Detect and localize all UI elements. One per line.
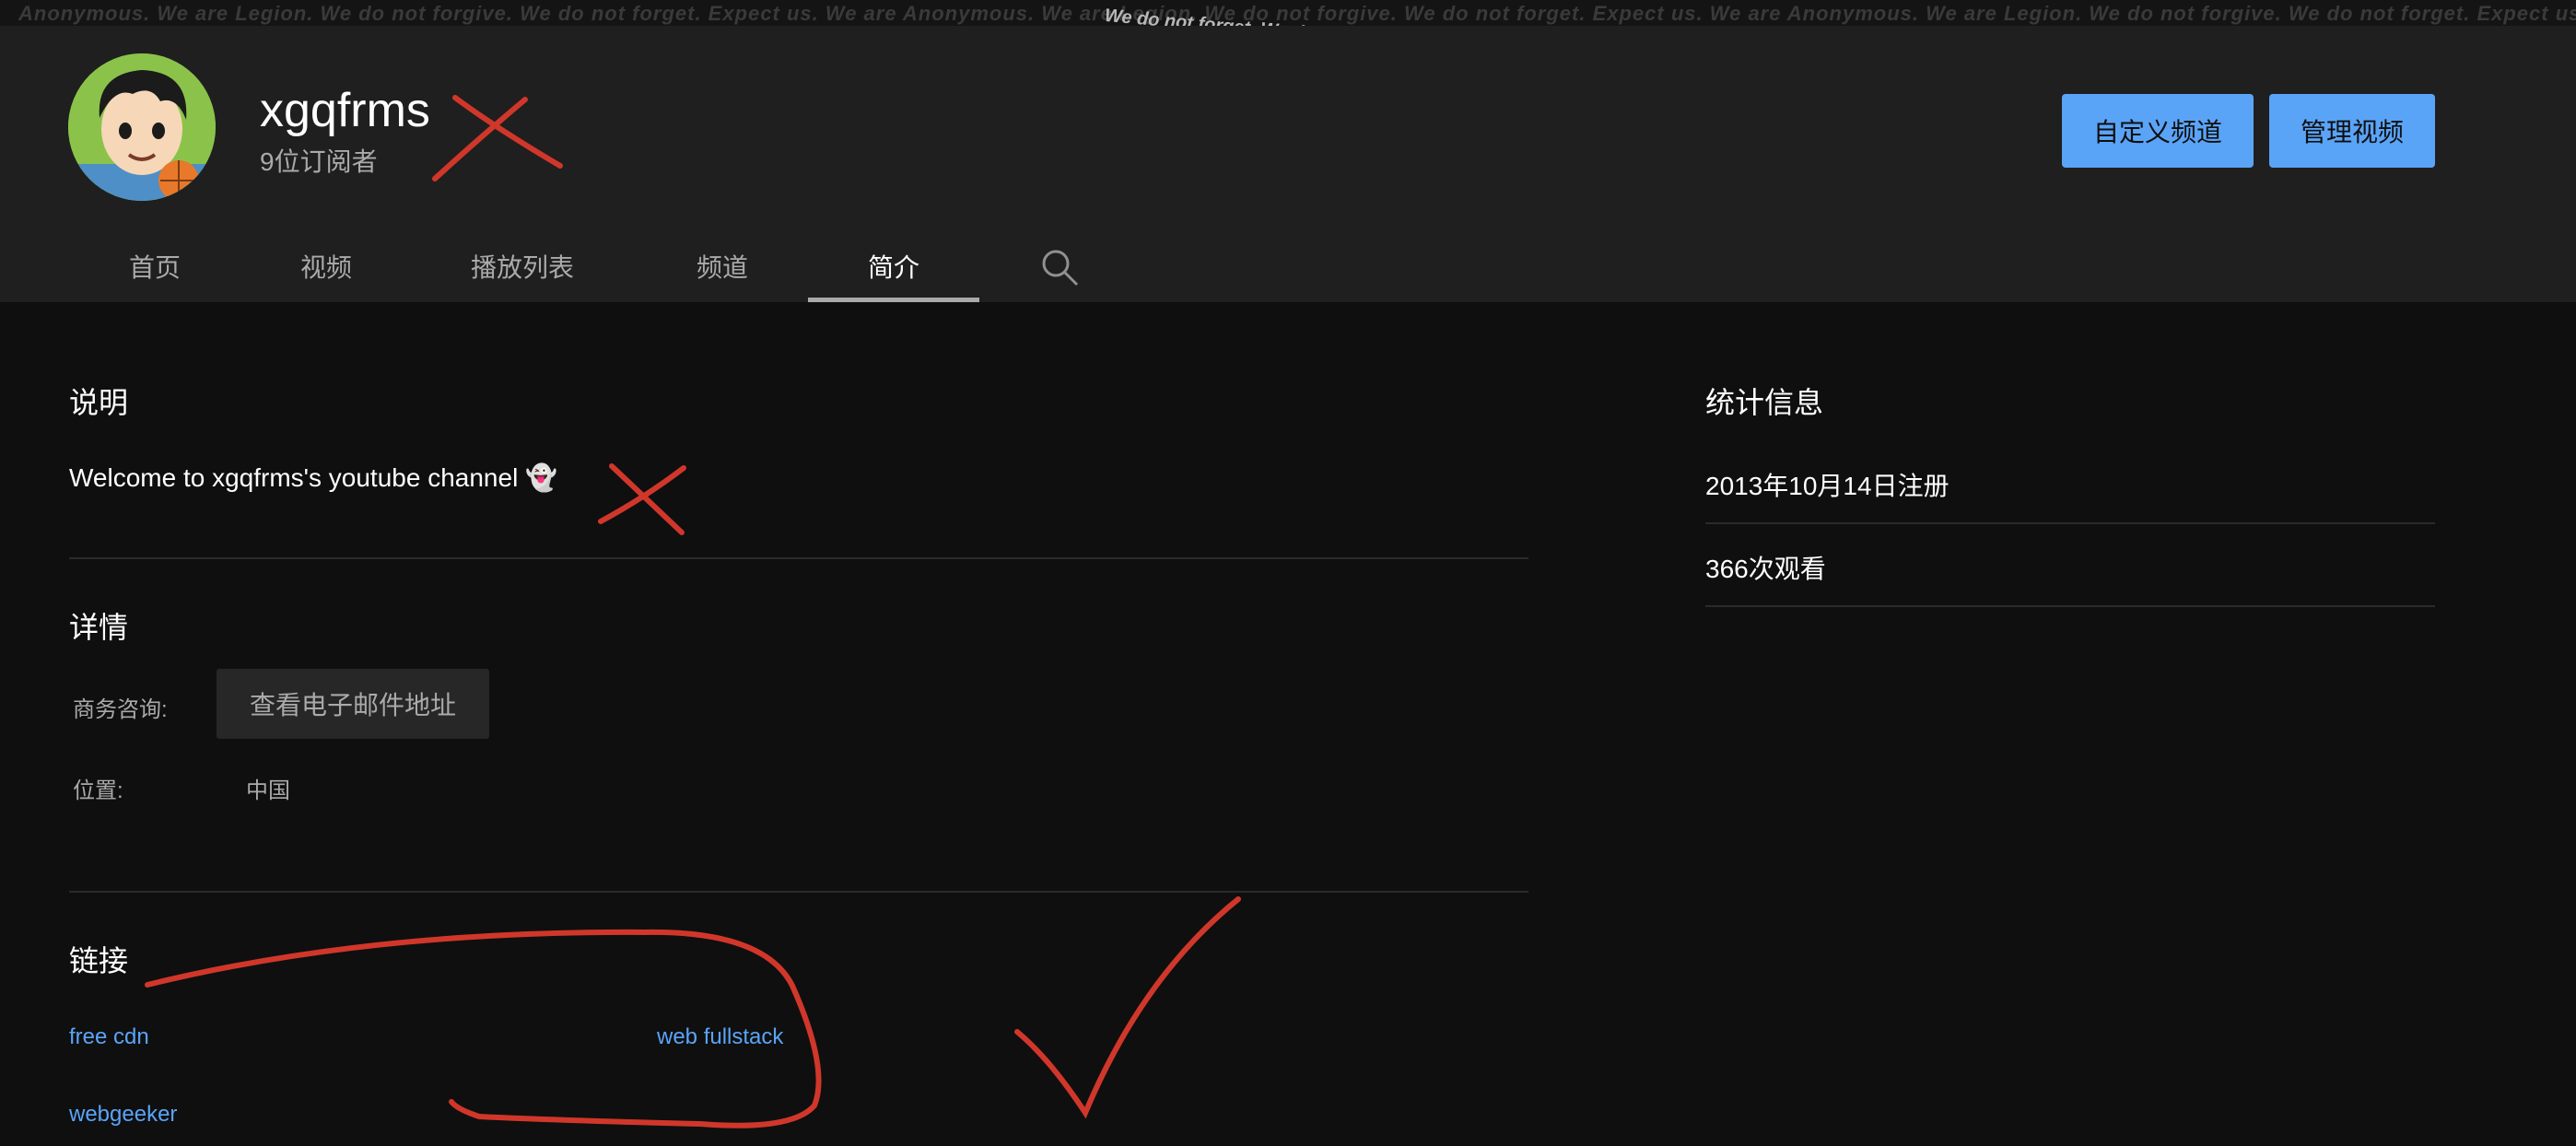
tab-about[interactable]: 简介: [808, 230, 979, 302]
page: Anonymous. We are Legion. We do not forg…: [0, 0, 2576, 1146]
divider: [1705, 605, 2435, 607]
divider: [69, 891, 1528, 893]
divider: [69, 557, 1528, 559]
tab-playlists[interactable]: 播放列表: [444, 230, 601, 302]
search-icon[interactable]: [1039, 247, 1080, 287]
subscriber-count: 9位订阅者: [260, 147, 378, 176]
tab-videos[interactable]: 视频: [267, 230, 385, 302]
tab-home[interactable]: 首页: [96, 230, 214, 302]
joined-date: 2013年10月14日注册: [1705, 472, 1950, 500]
check-mark-icon: [1014, 896, 1241, 1119]
channel-banner: Anonymous. We are Legion. We do not forg…: [0, 0, 2576, 26]
tab-channels[interactable]: 频道: [663, 230, 781, 302]
location-label: 位置:: [73, 778, 123, 803]
divider: [1705, 522, 2435, 524]
cross-mark-icon: [598, 463, 686, 535]
business-inquiry-label: 商务咨询:: [73, 697, 168, 722]
channel-header: xgqfrms 9位订阅者 自定义频道 管理视频 首页 视频 播放列表 频道 简…: [0, 26, 2576, 302]
view-email-button[interactable]: 查看电子邮件地址: [217, 669, 489, 739]
description-title: 说明: [69, 386, 129, 419]
customize-channel-button[interactable]: 自定义频道: [2062, 94, 2254, 168]
avatar-cartoon-icon: [68, 53, 216, 201]
description-text: Welcome to xgqfrms's youtube channel 👻: [69, 463, 557, 492]
manage-videos-button[interactable]: 管理视频: [2269, 94, 2435, 168]
stats-title: 统计信息: [1705, 386, 1824, 419]
channel-name: xgqfrms: [260, 84, 430, 137]
link-webgeeker[interactable]: webgeeker: [69, 1102, 177, 1128]
location-value: 中国: [246, 778, 290, 803]
link-web-fullstack[interactable]: web fullstack: [657, 1024, 783, 1050]
link-free-cdn[interactable]: free cdn: [69, 1024, 149, 1050]
details-title: 详情: [69, 611, 129, 644]
avatar[interactable]: [68, 53, 216, 201]
links-title: 链接: [69, 944, 129, 977]
view-count: 366次观看: [1705, 555, 1826, 583]
